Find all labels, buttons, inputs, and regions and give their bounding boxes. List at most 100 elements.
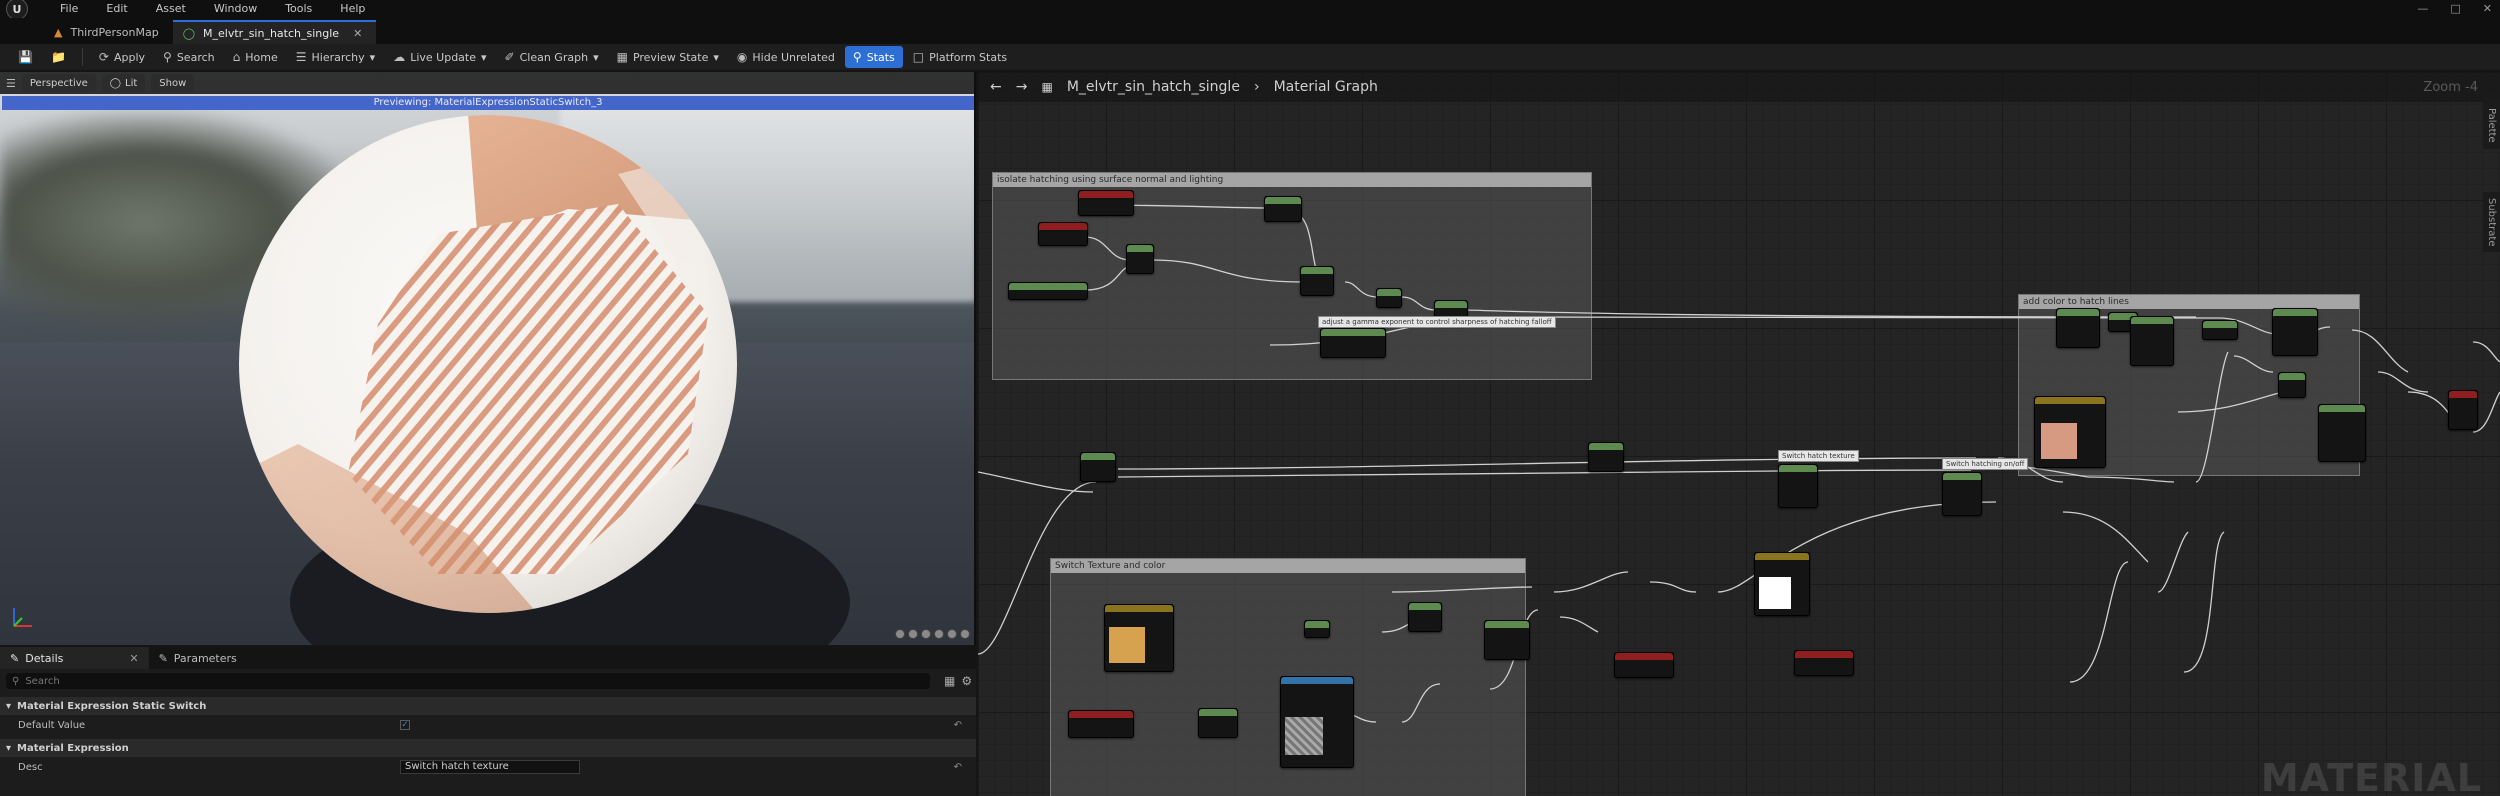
save-button[interactable]: 💾 bbox=[10, 46, 41, 68]
teapot-shape-icon[interactable] bbox=[947, 629, 957, 639]
lit-button[interactable]: ◯ Lit bbox=[101, 74, 146, 92]
clean-graph-button[interactable]: ✐ Clean Graph ▾ bbox=[497, 46, 607, 68]
graph-breadcrumb-bar: ← → ▦ M_elvtr_sin_hatch_single › Materia… bbox=[978, 72, 2500, 102]
minimize-icon[interactable]: — bbox=[2417, 0, 2428, 18]
default-value-checkbox[interactable]: ✓ bbox=[400, 720, 410, 730]
menu-tools[interactable]: Tools bbox=[271, 0, 326, 18]
tab-third-person-map[interactable]: ▲ ThirdPersonMap bbox=[44, 20, 173, 44]
maximize-icon[interactable]: □ bbox=[2450, 0, 2460, 18]
reset-arrow-icon[interactable]: ↶ bbox=[954, 720, 962, 731]
show-button[interactable]: Show bbox=[151, 74, 195, 92]
breadcrumb-asset[interactable]: M_elvtr_sin_hatch_single bbox=[1067, 79, 1240, 95]
graph-node[interactable] bbox=[1068, 710, 1134, 738]
graph-node[interactable] bbox=[1320, 328, 1386, 358]
hierarchy-button[interactable]: ☰ Hierarchy ▾ bbox=[288, 46, 383, 68]
breadcrumb-graph[interactable]: Material Graph bbox=[1274, 79, 1378, 95]
section-material-expression[interactable]: ▾ Material Expression bbox=[0, 739, 976, 757]
texture-sample-node[interactable] bbox=[1754, 552, 1810, 616]
graph-node[interactable] bbox=[1198, 708, 1238, 738]
graph-node[interactable] bbox=[1614, 652, 1674, 678]
graph-node[interactable] bbox=[1078, 190, 1134, 216]
graph-node[interactable] bbox=[1376, 288, 1402, 308]
menu-edit[interactable]: Edit bbox=[92, 0, 141, 18]
perspective-button[interactable]: Perspective bbox=[21, 74, 96, 92]
search-icon: ⚲ bbox=[163, 50, 172, 64]
apply-icon: ⟳ bbox=[98, 50, 109, 64]
graph-node[interactable] bbox=[2318, 404, 2366, 462]
static-switch-node[interactable] bbox=[1778, 464, 1818, 508]
graph-node[interactable] bbox=[1264, 196, 1302, 222]
settings-icon[interactable]: ⚙ bbox=[961, 674, 972, 688]
forward-arrow-icon[interactable]: → bbox=[1016, 79, 1028, 95]
node-comment-note[interactable]: Switch hatch texture bbox=[1778, 450, 1859, 462]
graph-node[interactable] bbox=[1304, 620, 1330, 638]
apply-button[interactable]: ⟳ Apply bbox=[91, 46, 153, 68]
graph-node[interactable] bbox=[1080, 452, 1116, 482]
preview-state-button[interactable]: ▦ Preview State ▾ bbox=[609, 46, 727, 68]
live-update-button[interactable]: ☁ Live Update ▾ bbox=[385, 46, 494, 68]
graph-node[interactable] bbox=[1008, 282, 1088, 300]
close-icon[interactable]: ✕ bbox=[2483, 0, 2492, 18]
node-comment-note[interactable]: Switch hatching on/off bbox=[1942, 458, 2029, 470]
settings-icon[interactable] bbox=[960, 629, 970, 639]
graph-node[interactable] bbox=[2272, 308, 2318, 356]
browse-button[interactable]: 📁 bbox=[43, 46, 74, 68]
viewport-menu-icon[interactable]: ☰ bbox=[6, 77, 16, 90]
graph-node[interactable] bbox=[2056, 308, 2100, 348]
close-tab-icon[interactable]: ✕ bbox=[129, 652, 138, 665]
graph-node[interactable] bbox=[2448, 390, 2478, 430]
color-parameter-node[interactable] bbox=[1104, 604, 1174, 672]
clean-graph-label: Clean Graph bbox=[519, 50, 589, 64]
graph-node[interactable] bbox=[2202, 320, 2238, 340]
back-arrow-icon[interactable]: ← bbox=[990, 79, 1002, 95]
preview-state-icon: ▦ bbox=[616, 50, 628, 64]
brush-icon: ✐ bbox=[504, 50, 515, 64]
breadcrumb-separator: › bbox=[1253, 79, 1260, 95]
material-graph-canvas[interactable]: isolate hatching using surface normal an… bbox=[978, 72, 2500, 796]
close-tab-icon[interactable]: ✕ bbox=[353, 27, 362, 40]
preview-viewport[interactable]: ☰ Perspective ◯ Lit Show Previewing: Mate… bbox=[0, 72, 976, 645]
sphere-shape-icon[interactable] bbox=[895, 629, 905, 639]
graph-node[interactable] bbox=[2278, 372, 2306, 398]
tab-material-editor[interactable]: ◯ M_elvtr_sin_hatch_single ✕ bbox=[172, 20, 377, 44]
tab-parameters[interactable]: ✎ Parameters bbox=[149, 647, 247, 669]
menu-help[interactable]: Help bbox=[326, 0, 379, 18]
menu-file[interactable]: File bbox=[46, 0, 92, 18]
palette-side-tab[interactable]: Palette bbox=[2483, 102, 2500, 149]
cube-shape-icon[interactable] bbox=[934, 629, 944, 639]
reset-arrow-icon[interactable]: ↶ bbox=[954, 762, 962, 773]
graph-node[interactable] bbox=[1300, 266, 1334, 296]
search-button[interactable]: ⚲ Search bbox=[155, 46, 223, 68]
graph-node[interactable] bbox=[2130, 316, 2174, 366]
graph-node[interactable] bbox=[1794, 650, 1854, 676]
cylinder-shape-icon[interactable] bbox=[908, 629, 918, 639]
grid-view-icon[interactable]: ▦ bbox=[944, 674, 955, 688]
hide-unrelated-button[interactable]: ◉ Hide Unrelated bbox=[729, 46, 843, 68]
section-static-switch[interactable]: ▾ Material Expression Static Switch bbox=[0, 697, 976, 715]
menu-window[interactable]: Window bbox=[200, 0, 271, 18]
color-parameter-node[interactable] bbox=[2034, 396, 2106, 468]
graph-node[interactable] bbox=[1484, 620, 1530, 660]
texture-sample-node[interactable] bbox=[1280, 676, 1354, 768]
chevron-down-icon: ▾ bbox=[481, 50, 487, 64]
menu-asset[interactable]: Asset bbox=[142, 0, 200, 18]
unreal-logo-icon[interactable]: U bbox=[6, 0, 28, 20]
graph-node[interactable] bbox=[1126, 244, 1154, 274]
stats-button[interactable]: ⚲ Stats bbox=[844, 46, 903, 68]
static-switch-node[interactable] bbox=[1942, 472, 1982, 516]
desc-input[interactable]: Switch hatch texture bbox=[400, 760, 580, 774]
graph-node[interactable] bbox=[1408, 602, 1442, 632]
home-button[interactable]: ⌂ Home bbox=[225, 46, 286, 68]
platform-stats-button[interactable]: □ Platform Stats bbox=[905, 46, 1015, 68]
chevron-down-icon: ▾ bbox=[369, 50, 376, 64]
details-search-input[interactable]: ⚲ Search bbox=[6, 673, 930, 689]
plane-shape-icon[interactable] bbox=[921, 629, 931, 639]
tab-label: ThirdPersonMap bbox=[70, 25, 159, 39]
details-panel: ✎ Details ✕ ✎ Parameters ⚲ Search ▦ ⚙ ▾ … bbox=[0, 647, 976, 796]
node-comment-note[interactable]: adjust a gamma exponent to control sharp… bbox=[1318, 316, 1556, 328]
live-update-label: Live Update bbox=[410, 50, 476, 64]
substrate-side-tab[interactable]: Substrate bbox=[2483, 192, 2500, 253]
graph-node[interactable] bbox=[1038, 222, 1088, 246]
graph-node[interactable] bbox=[1588, 442, 1624, 472]
tab-details[interactable]: ✎ Details ✕ bbox=[0, 647, 149, 669]
